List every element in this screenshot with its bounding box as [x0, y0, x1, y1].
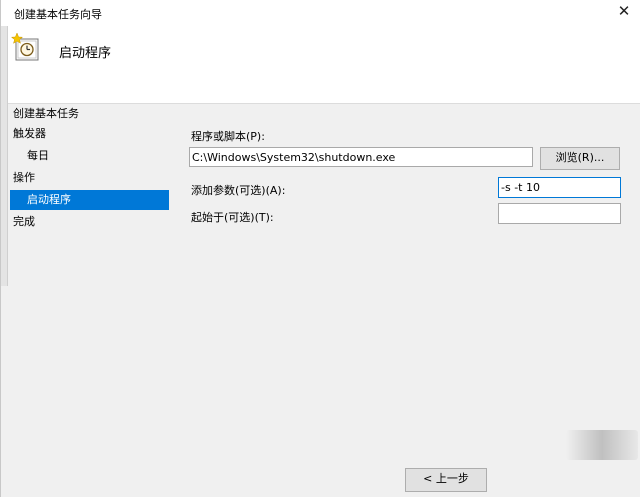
- close-icon[interactable]: ✕: [615, 2, 633, 20]
- step-daily: 每日: [27, 149, 49, 162]
- footer-area: [1, 440, 640, 497]
- program-label: 程序或脚本(P):: [191, 130, 265, 143]
- page-title: 启动程序: [59, 46, 112, 61]
- program-path-input[interactable]: [189, 147, 533, 167]
- arguments-label: 添加参数(可选)(A):: [191, 184, 286, 197]
- start-in-label: 起始于(可选)(T):: [191, 211, 274, 224]
- wizard-header: 启动程序: [1, 26, 640, 104]
- watermark-logo: [566, 430, 638, 460]
- step-create-basic-task: 创建基本任务: [13, 107, 79, 120]
- step-action: 操作: [13, 171, 35, 184]
- browse-button[interactable]: 浏览(R)...: [540, 147, 620, 170]
- step-trigger: 触发器: [13, 127, 46, 140]
- arguments-input[interactable]: [498, 177, 621, 198]
- window-title: 创建基本任务向导: [14, 8, 102, 21]
- task-scheduler-clock-icon: [11, 32, 39, 61]
- left-edge-strip: [1, 26, 8, 286]
- step-start-program-label: 启动程序: [27, 193, 71, 206]
- step-finish: 完成: [13, 215, 35, 228]
- title-bar: 创建基本任务向导 ✕: [1, 0, 640, 26]
- back-button[interactable]: < 上一步: [405, 468, 487, 492]
- wizard-window: 创建基本任务向导 ✕ 启动程序 创建基本任务 触发器 每日 操作 启动程序 完成…: [0, 0, 640, 497]
- start-in-input[interactable]: [498, 203, 621, 224]
- step-start-program: 启动程序: [10, 190, 169, 210]
